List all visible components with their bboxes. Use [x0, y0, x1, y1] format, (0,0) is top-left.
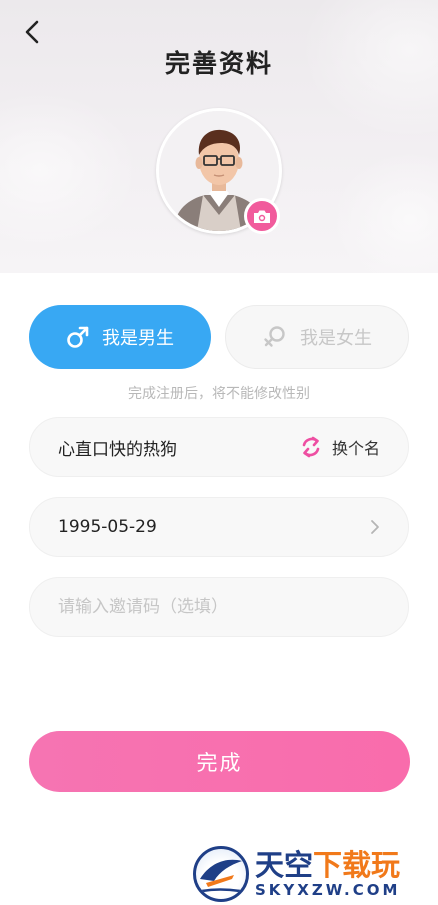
birthday-value: 1995-05-29 [58, 517, 157, 537]
camera-button[interactable] [244, 198, 280, 234]
camera-icon [254, 210, 270, 223]
watermark-en: SKYXZW.COM [255, 880, 401, 899]
feather-decoration [330, 150, 438, 273]
submit-button[interactable]: 完成 [29, 731, 410, 792]
watermark-cn-1: 天空 [255, 847, 314, 882]
nickname-field[interactable]: 心直口快的热狗 换个名 [29, 417, 409, 477]
invite-code-field[interactable] [29, 577, 409, 637]
rename-button[interactable]: 换个名 [300, 435, 380, 459]
gender-male-label: 我是男生 [102, 328, 174, 349]
birthday-field[interactable]: 1995-05-29 [29, 497, 409, 557]
male-symbol-icon [67, 326, 89, 348]
gender-female-label: 我是女生 [300, 328, 372, 349]
feather-decoration [0, 90, 140, 250]
skyxzw-logo-icon [193, 846, 249, 902]
page-title: 完善资料 [164, 49, 273, 78]
refresh-icon [302, 436, 320, 458]
nickname-value: 心直口快的热狗 [58, 439, 177, 460]
back-arrow-icon [25, 20, 39, 44]
gender-male-button[interactable]: 我是男生 [29, 305, 211, 369]
gender-female-button[interactable]: 我是女生 [225, 305, 409, 369]
rename-label: 换个名 [331, 439, 380, 458]
watermark-cn-2: 下载玩 [313, 847, 401, 882]
gender-note: 完成注册后，将不能修改性别 [128, 386, 310, 402]
site-watermark: 天空 下载玩 SKYXZW.COM [193, 845, 438, 903]
chevron-right-icon [371, 520, 379, 534]
female-symbol-icon [264, 326, 285, 347]
invite-code-input[interactable] [58, 597, 380, 617]
